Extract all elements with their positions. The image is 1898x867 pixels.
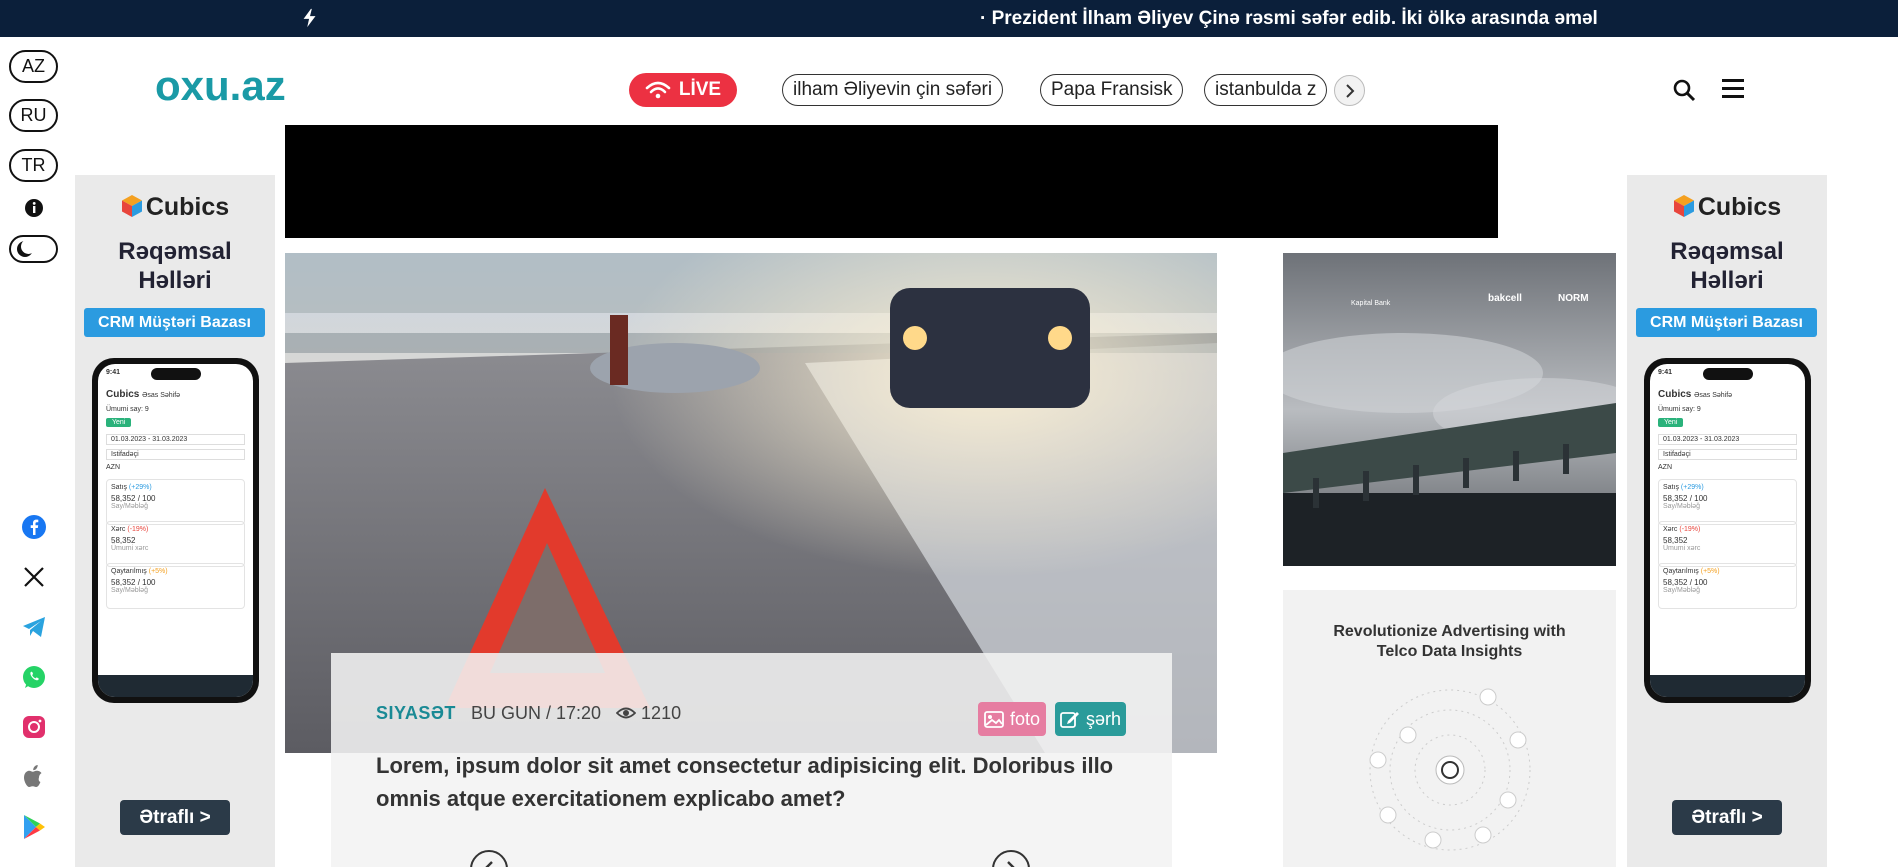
comment-button[interactable]: şərh (1055, 702, 1126, 736)
tag-item[interactable]: Papa Fransisk (1040, 74, 1184, 106)
tags-next-button[interactable] (1334, 75, 1365, 106)
slider-next-button[interactable] (992, 850, 1030, 867)
app-logos-cluster (1369, 688, 1531, 851)
ticker-headline[interactable]: · Prezident İlham Əliyev Çinə rəsmi səfə… (980, 8, 1598, 30)
phone-mockup: 9:41 Cubics Əsas Səhifə Ümumi say: 9 Yen… (92, 358, 259, 703)
eye-icon (615, 707, 637, 719)
cubics-logo: Cubics (1627, 193, 1827, 222)
site-logo[interactable]: oxu.az (155, 62, 286, 110)
lang-az-button[interactable]: AZ (9, 50, 58, 83)
article-category[interactable]: SIYASƏT (376, 703, 456, 723)
chevron-right-icon (1007, 861, 1015, 867)
ad-title: Rəqəmsal Həlləri (118, 238, 232, 294)
ad-badge: CRM Müştəri Bazası (1636, 308, 1817, 337)
article-time: BU GUN / 17:20 (470, 703, 602, 723)
article-views: 1210 (641, 703, 682, 723)
tag-item[interactable]: ilham Əliyevin çin səfəri (782, 74, 1004, 106)
phone-mockup: 9:41 Cubics Əsas Səhifə Ümumi say: 9 Yen… (1644, 358, 1811, 703)
tag-item[interactable]: istanbulda z (1204, 74, 1328, 106)
apple-icon[interactable] (20, 763, 48, 791)
banner-logo-kapital: Kapital Bank (1351, 300, 1391, 307)
instagram-icon[interactable] (20, 713, 48, 741)
chevron-right-icon (1345, 83, 1354, 98)
x-twitter-icon[interactable] (20, 563, 48, 591)
ad-more-button[interactable]: Ətraflı > (120, 800, 230, 835)
ad-title: Rəqəmsal Həlləri (1670, 238, 1784, 294)
edit-icon (1060, 712, 1079, 728)
photo-label: foto (1009, 708, 1041, 729)
telegram-icon[interactable] (20, 613, 48, 641)
news-ticker: · Prezident İlham Əliyev Çinə rəsmi səfə… (0, 0, 1898, 37)
right-side-ad[interactable]: Cubics Rəqəmsal Həlləri CRM Müştəri Bazas… (1627, 175, 1827, 867)
telco-ad-title: Revolutionize Advertising with Telco Dat… (1333, 623, 1566, 660)
dark-mode-toggle[interactable] (9, 235, 58, 263)
ad-more-button[interactable]: Ətraflı > (1672, 800, 1782, 835)
search-icon[interactable] (1672, 78, 1696, 102)
left-rail: AZ RU TR (0, 37, 68, 867)
slider-prev-button[interactable] (470, 850, 508, 867)
photo-button[interactable]: foto (978, 702, 1046, 736)
google-play-icon[interactable] (20, 813, 48, 841)
chevron-left-icon (485, 861, 493, 867)
live-button[interactable]: LİVE (629, 73, 737, 107)
trending-tags: ilham Əliyevin çin səfəri Papa Fransisk … (782, 74, 1330, 106)
cubics-logo: Cubics (75, 193, 275, 222)
lang-tr-button[interactable]: TR (9, 149, 58, 182)
cube-icon (121, 195, 142, 217)
wifi-icon (645, 81, 671, 99)
hamburger-menu-icon[interactable] (1722, 79, 1746, 103)
lightning-icon (303, 8, 316, 28)
article-meta: SIYASƏT BU GUN / 17:20 1210 (376, 703, 681, 724)
top-banner-ad[interactable] (285, 125, 1498, 238)
info-icon[interactable] (20, 194, 48, 222)
facebook-icon[interactable] (20, 513, 48, 541)
live-label: LİVE (678, 79, 722, 100)
left-side-ad[interactable]: Cubics Rəqəmsal Həlləri CRM Müştəri Bazas… (75, 175, 275, 867)
ad-brand-name: Cubics (145, 193, 230, 221)
banner-logo-norm: NORM (1558, 293, 1589, 304)
whatsapp-icon[interactable] (20, 663, 48, 691)
right-banner-ad[interactable]: bakcell NORM Kapital Bank (1283, 253, 1616, 566)
ad-brand-name: Cubics (1697, 193, 1782, 221)
banner-logo-bakcell: bakcell (1488, 293, 1522, 304)
cube-icon (1673, 195, 1694, 217)
image-icon (984, 710, 1004, 728)
moon-icon (17, 239, 36, 257)
ad-badge: CRM Müştəri Bazası (84, 308, 265, 337)
lang-ru-button[interactable]: RU (9, 99, 58, 132)
comment-label: şərh (1085, 708, 1121, 729)
article-headline[interactable]: Lorem, ipsum dolor sit amet consectetur … (376, 749, 1116, 815)
telco-ad-banner[interactable]: Revolutionize Advertising with Telco Dat… (1283, 590, 1616, 867)
